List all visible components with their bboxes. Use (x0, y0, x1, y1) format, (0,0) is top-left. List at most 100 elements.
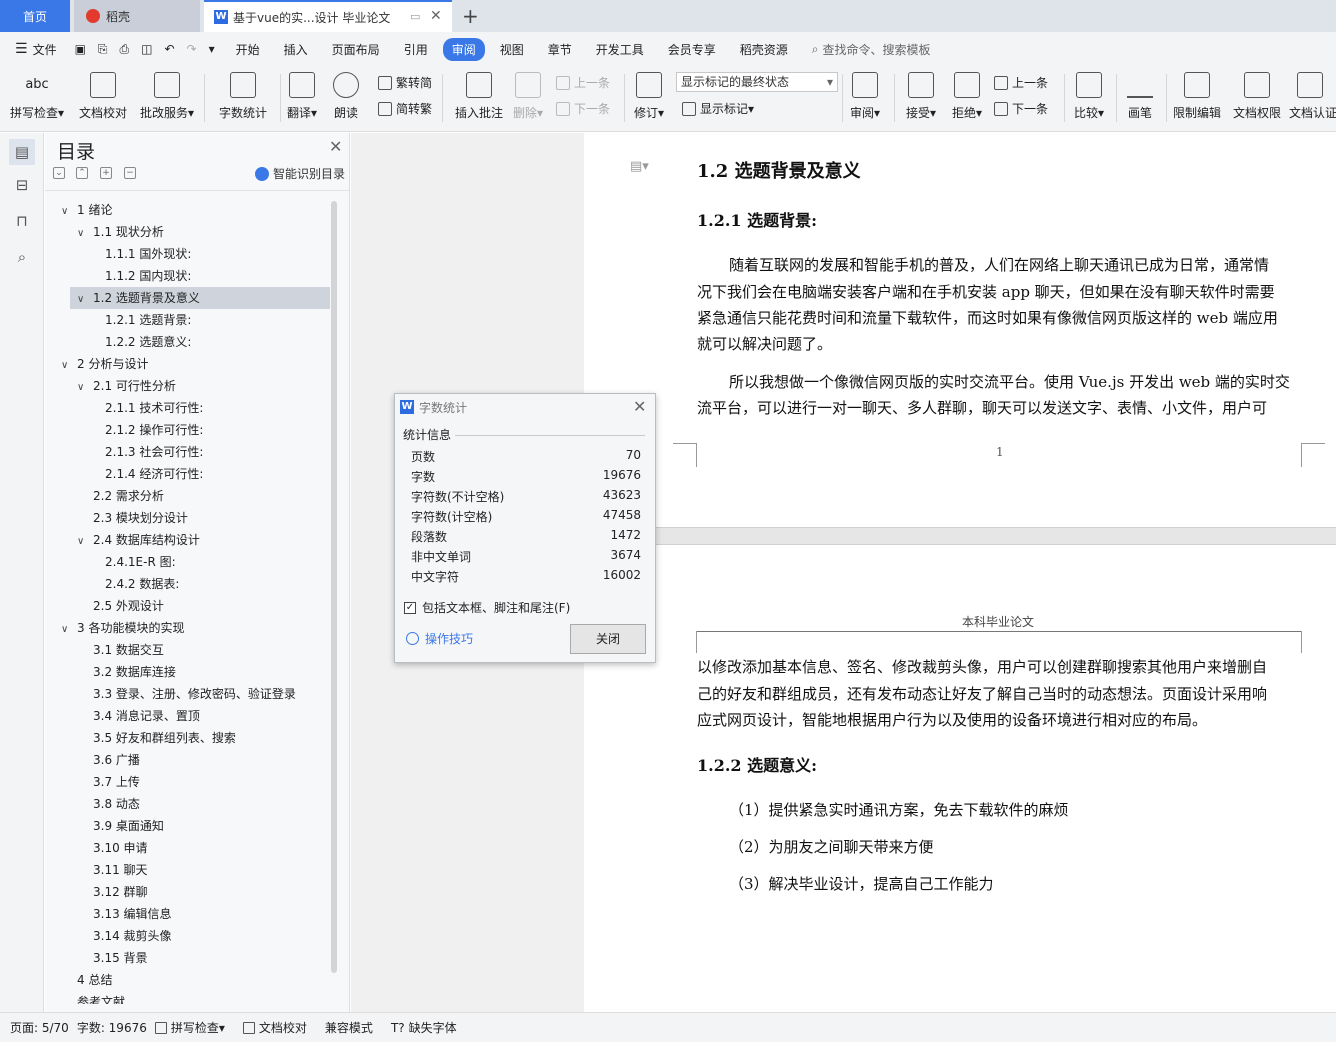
pen-button[interactable]: 画笔 (1116, 70, 1164, 126)
toc-item[interactable]: 3.3 登录、注册、修改密码、验证登录 (77, 683, 296, 705)
toc-item[interactable]: ∨ 1 绪论 (61, 199, 112, 221)
dialog-title-bar[interactable]: W 字数统计 (395, 394, 655, 420)
document-page-1[interactable]: ▤▾ 1.2 选题背景及意义 1.2.1 选题背景: 随着互联网的发展和智能手机… (584, 133, 1336, 527)
menu-view[interactable]: 视图 (491, 38, 533, 61)
toc-item[interactable]: 3.4 消息记录、置顶 (77, 705, 200, 727)
redo-icon[interactable]: ↷ (184, 39, 200, 59)
close-button[interactable]: 关闭 (570, 624, 646, 654)
status-spell-check[interactable]: 拼写检查 ▾ (154, 1019, 225, 1036)
bookmark-icon[interactable]: ⊓ (12, 211, 32, 231)
chevron-down-icon[interactable]: ∨ (77, 531, 93, 553)
toc-item[interactable]: 3.11 聊天 (77, 859, 148, 881)
search-icon[interactable]: ⌕ (12, 247, 32, 267)
menu-page-layout[interactable]: 页面布局 (323, 38, 389, 61)
toc-item[interactable]: 3.2 数据库连接 (77, 661, 176, 683)
toc-item[interactable]: 3.9 桌面通知 (77, 815, 164, 837)
document-permission-button[interactable]: 文档权限 (1226, 70, 1288, 126)
add-heading-icon[interactable]: + (100, 167, 112, 179)
markup-state-select[interactable]: 显示标记的最终状态 ▾ (676, 72, 838, 92)
toc-item[interactable]: 3.12 群聊 (77, 881, 148, 903)
include-textbox-footnotes-checkbox[interactable]: ✓ 包括文本框、脚注和尾注(F) (404, 599, 570, 616)
show-markup-button[interactable]: 显示标记 ▾ (682, 100, 754, 117)
toc-item[interactable]: ∨ 2 分析与设计 (61, 353, 148, 375)
spell-check-button[interactable]: abc 拼写检查▾ (6, 70, 68, 126)
menu-developer[interactable]: 开发工具 (587, 38, 653, 61)
restrict-editing-button[interactable]: 限制编辑 (1166, 70, 1228, 126)
word-count-button[interactable]: 字数统计 (212, 70, 274, 126)
toc-item[interactable]: ∨ 2.1 可行性分析 (77, 375, 176, 397)
toc-item[interactable]: 2.5 外观设计 (77, 595, 164, 617)
toc-item[interactable]: 2.1.4 经济可行性: (93, 463, 203, 485)
tab-close-icon[interactable]: ✕ (430, 8, 442, 24)
menu-insert[interactable]: 插入 (275, 38, 317, 61)
document-proofread-button[interactable]: 文档校对 (72, 70, 134, 126)
toc-panel-icon[interactable]: ▤ (9, 139, 35, 165)
toc-item[interactable]: 1.1.1 国外现状: (93, 243, 191, 265)
chevron-down-icon[interactable]: ∨ (61, 201, 77, 223)
toc-item[interactable]: 3.14 裁剪头像 (77, 925, 172, 947)
menu-member[interactable]: 会员专享 (659, 38, 725, 61)
toc-item[interactable]: 4 总结 (61, 969, 112, 991)
compare-button[interactable]: 比较▾ (1064, 70, 1114, 126)
word-count-indicator[interactable]: 字数: 19676 (77, 1019, 147, 1036)
undo-icon[interactable]: ↶ (161, 39, 177, 59)
menu-start[interactable]: 开始 (227, 38, 269, 61)
tab-home[interactable]: 首页 (0, 0, 70, 32)
toc-item[interactable]: 3.15 背景 (77, 947, 148, 969)
chevron-down-icon[interactable]: ∨ (61, 619, 77, 641)
remove-heading-icon[interactable]: − (124, 167, 136, 179)
toc-item[interactable]: 3.6 广播 (77, 749, 140, 771)
close-icon[interactable]: ✕ (329, 137, 342, 156)
toc-item[interactable]: 2.2 需求分析 (77, 485, 164, 507)
document-page-2[interactable]: 本科毕业论文 以修改添加基本信息、签名、修改裁剪头像，用户可以创建群聊搜索其他用… (584, 545, 1336, 1012)
toc-item[interactable]: 3.1 数据交互 (77, 639, 164, 661)
accept-button[interactable]: 接受▾ (896, 70, 946, 126)
paragraph-settings-icon[interactable]: ▤▾ (630, 159, 649, 174)
toc-item[interactable]: ∨ 1.2 选题背景及意义 (77, 287, 200, 309)
toc-item[interactable]: 参考文献 (61, 991, 125, 1004)
menu-chapter[interactable]: 章节 (539, 38, 581, 61)
toc-item[interactable]: 2.4.1E-R 图: (93, 551, 176, 573)
toc-item[interactable]: 3.7 上传 (77, 771, 140, 793)
document-certification-button[interactable]: 文档认证 (1284, 70, 1336, 126)
toc-item[interactable]: ∨ 3 各功能模块的实现 (61, 617, 184, 639)
reject-button[interactable]: 拒绝▾ (942, 70, 992, 126)
review-pane-button[interactable]: 审阅▾ (840, 70, 890, 126)
toc-item[interactable]: 3.13 编辑信息 (77, 903, 172, 925)
previous-change-button[interactable]: 上一条 (994, 74, 1048, 91)
menu-references[interactable]: 引用 (395, 38, 437, 61)
toc-item[interactable]: 2.1.2 操作可行性: (93, 419, 203, 441)
tab-daoke[interactable]: 稻壳 (74, 0, 200, 32)
file-menu[interactable]: ☰ 文件 (6, 38, 66, 61)
toc-item[interactable]: 2.1.3 社会可行性: (93, 441, 203, 463)
track-changes-button[interactable]: 修订▾ (626, 70, 672, 126)
page-indicator[interactable]: 页面: 5/70 (10, 1019, 69, 1036)
traditional-to-simplified-button[interactable]: 繁转简 (378, 74, 432, 91)
batch-service-button[interactable]: 批改服务▾ (136, 70, 198, 126)
collapse-all-icon[interactable]: ⌄ (53, 167, 65, 179)
export-pdf-icon[interactable]: ⎘ (95, 39, 111, 60)
print-icon[interactable]: ⎙ (117, 39, 133, 60)
delete-comment-button[interactable]: 删除▾ (502, 70, 554, 126)
toc-item[interactable]: 1.1.2 国内现状: (93, 265, 191, 287)
previous-comment-button[interactable]: 上一条 (556, 74, 610, 91)
menu-daoke-resources[interactable]: 稻壳资源 (731, 38, 797, 61)
new-tab-button[interactable]: + (462, 0, 482, 32)
toc-item[interactable]: 1.2.2 选题意义: (93, 331, 191, 353)
toc-item[interactable]: 2.1.1 技术可行性: (93, 397, 203, 419)
chapter-nav-icon[interactable]: ⊟ (12, 175, 32, 195)
tab-pin-icon[interactable]: ▭ (410, 10, 420, 23)
read-aloud-button[interactable]: 朗读 (322, 70, 370, 126)
chevron-down-icon[interactable]: ∨ (77, 289, 93, 311)
toc-item[interactable]: 3.8 动态 (77, 793, 140, 815)
next-change-button[interactable]: 下一条 (994, 100, 1048, 117)
quick-access-dropdown-icon[interactable]: ▾ (206, 39, 221, 59)
toc-item[interactable]: 3.5 好友和群组列表、搜索 (77, 727, 236, 749)
chevron-down-icon[interactable]: ∨ (77, 377, 93, 399)
command-search[interactable]: ⌕ 查找命令、搜索模板 (803, 38, 940, 61)
menu-review[interactable]: 审阅 (442, 37, 485, 61)
toc-scrollbar[interactable] (331, 201, 337, 973)
save-icon[interactable]: ▣ (72, 39, 89, 59)
toc-item[interactable]: 2.3 模块划分设计 (77, 507, 188, 529)
expand-all-icon[interactable]: ⌃ (76, 167, 88, 179)
